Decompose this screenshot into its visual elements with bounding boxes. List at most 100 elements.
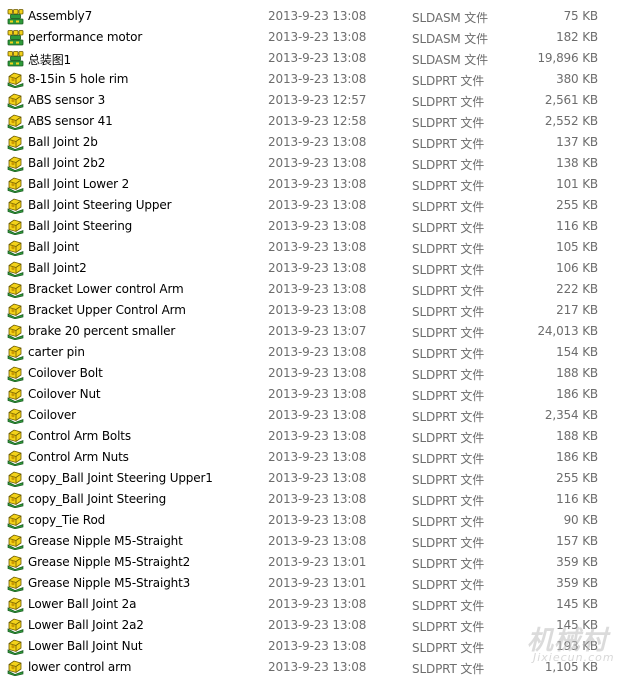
file-row[interactable]: brake 20 percent smaller 2013-9-23 13:07 S… — [0, 321, 631, 342]
file-type: SLDPRT 文件 — [412, 200, 485, 214]
sldprt-file-icon — [7, 386, 24, 404]
file-row[interactable]: Ball Joint 2013-9-23 13:08 SLDPRT 文件 105 KB — [0, 237, 631, 258]
file-type: SLDPRT 文件 — [412, 179, 485, 193]
file-row[interactable]: Ball Joint2 2013-9-23 13:08 SLDPRT 文件 106 K… — [0, 258, 631, 279]
file-name: brake 20 percent smaller — [28, 324, 176, 338]
file-name: Lower Ball Joint 2a2 — [28, 618, 144, 632]
file-type: SLDASM 文件 — [412, 32, 488, 46]
file-name: Ball Joint 2b2 — [28, 156, 106, 170]
file-row[interactable]: Coilover Nut 2013-9-23 13:08 SLDPRT 文件 186 … — [0, 384, 631, 405]
file-row[interactable]: 8-15in 5 hole rim 2013-9-23 13:08 SLDPRT 文… — [0, 69, 631, 90]
sldprt-file-icon — [7, 365, 24, 383]
file-type: SLDPRT 文件 — [412, 620, 485, 634]
file-row[interactable]: ABS sensor 3 2013-9-23 12:57 SLDPRT 文件 2,56… — [0, 90, 631, 111]
file-row[interactable]: Bracket Lower control Arm 2013-9-23 13:08… — [0, 279, 631, 300]
file-date-modified: 2013-9-23 13:08 — [268, 303, 367, 317]
file-name: performance motor — [28, 30, 143, 44]
file-row[interactable]: Assembly7 2013-9-23 13:08 SLDASM 文件 75 KB — [0, 6, 631, 27]
file-size: 222 KB — [556, 282, 598, 296]
file-type: SLDPRT 文件 — [412, 263, 485, 277]
file-type: SLDPRT 文件 — [412, 473, 485, 487]
file-row[interactable]: Control Arm Bolts 2013-9-23 13:08 SLDPRT 文… — [0, 426, 631, 447]
file-row[interactable]: copy_Ball Joint Steering Upper1 2013-9-23… — [0, 468, 631, 489]
file-type: SLDPRT 文件 — [412, 494, 485, 508]
file-row[interactable]: Ball Joint Steering 2013-9-23 13:08 SLDPRT… — [0, 216, 631, 237]
file-type: SLDASM 文件 — [412, 11, 488, 25]
file-date-modified: 2013-9-23 13:08 — [268, 177, 367, 191]
file-row[interactable]: ABS sensor 41 2013-9-23 12:58 SLDPRT 文件 2,5… — [0, 111, 631, 132]
sldprt-file-icon — [7, 134, 24, 152]
file-date-modified: 2013-9-23 13:08 — [268, 387, 367, 401]
sldasm-file-icon — [7, 29, 24, 46]
file-row[interactable]: lower control arm 2013-9-23 13:08 SLDPRT 文… — [0, 657, 631, 678]
file-size: 19,896 KB — [537, 51, 598, 65]
sldprt-file-icon — [7, 407, 24, 425]
file-row[interactable]: carter pin 2013-9-23 13:08 SLDPRT 文件 154 KB — [0, 342, 631, 363]
sldprt-file-icon — [7, 617, 24, 635]
file-name: Grease Nipple M5-Straight3 — [28, 576, 191, 590]
file-date-modified: 2013-9-23 13:08 — [268, 492, 367, 506]
sldprt-file-icon — [7, 323, 24, 341]
file-row[interactable]: Coilover Bolt 2013-9-23 13:08 SLDPRT 文件 188… — [0, 363, 631, 384]
file-size: 157 KB — [556, 534, 598, 548]
file-row[interactable]: Ball Joint 2b 2013-9-23 13:08 SLDPRT 文件 137… — [0, 132, 631, 153]
file-row[interactable]: 总装图1 2013-9-23 13:08 SLDASM 文件 19,896 KB — [0, 48, 631, 69]
file-row[interactable]: performance motor 2013-9-23 13:08 SLDASM 文… — [0, 27, 631, 48]
file-row[interactable]: Lower Ball Joint 2a2 2013-9-23 13:08 SLDPR… — [0, 615, 631, 636]
file-name: Ball Joint Steering — [28, 219, 133, 233]
file-type: SLDASM 文件 — [412, 53, 488, 67]
file-row[interactable]: copy_Ball Joint Steering 2013-9-23 13:08 S… — [0, 489, 631, 510]
file-name: Ball Joint Lower 2 — [28, 177, 130, 191]
file-type: SLDPRT 文件 — [412, 137, 485, 151]
file-date-modified: 2013-9-23 13:08 — [268, 72, 367, 86]
file-type: SLDPRT 文件 — [412, 95, 485, 109]
file-size: 255 KB — [556, 471, 598, 485]
sldprt-file-icon — [7, 71, 24, 89]
file-size: 106 KB — [556, 261, 598, 275]
file-size: 2,561 KB — [544, 93, 598, 107]
file-date-modified: 2013-9-23 13:08 — [268, 597, 367, 611]
file-size: 193 KB — [556, 639, 598, 653]
file-row[interactable]: Ball Joint Steering Upper 2013-9-23 13:08… — [0, 195, 631, 216]
file-type: SLDPRT 文件 — [412, 578, 485, 592]
file-name: Lower Ball Joint 2a — [28, 597, 137, 611]
file-name: copy_Ball Joint Steering Upper1 — [28, 471, 213, 485]
file-date-modified: 2013-9-23 13:08 — [268, 51, 367, 65]
sldprt-file-icon — [7, 638, 24, 656]
file-row[interactable]: Ball Joint Lower 2 2013-9-23 13:08 SLDPRT … — [0, 174, 631, 195]
file-date-modified: 2013-9-23 13:08 — [268, 156, 367, 170]
file-date-modified: 2013-9-23 13:08 — [268, 345, 367, 359]
file-name: copy_Tie Rod — [28, 513, 106, 527]
file-type: SLDPRT 文件 — [412, 326, 485, 340]
sldprt-file-icon — [7, 344, 24, 362]
file-row[interactable]: Bracket Upper Control Arm 2013-9-23 13:08… — [0, 300, 631, 321]
file-name: Lower Ball Joint Nut — [28, 639, 143, 653]
file-row[interactable]: Control Arm Nuts 2013-9-23 13:08 SLDPRT 文件… — [0, 447, 631, 468]
file-date-modified: 2013-9-23 13:07 — [268, 324, 367, 338]
sldprt-file-icon — [7, 575, 24, 593]
sldprt-file-icon — [7, 449, 24, 467]
file-row[interactable]: Lower Ball Joint 2a 2013-9-23 13:08 SLDPRT… — [0, 594, 631, 615]
file-name: 8-15in 5 hole rim — [28, 72, 129, 86]
file-row[interactable]: Grease Nipple M5-Straight3 2013-9-23 13:0… — [0, 573, 631, 594]
file-size: 2,552 KB — [544, 114, 598, 128]
file-row[interactable]: Grease Nipple M5-Straight2 2013-9-23 13:0… — [0, 552, 631, 573]
file-row[interactable]: Lower Ball Joint Nut 2013-9-23 13:08 SLDPR… — [0, 636, 631, 657]
file-type: SLDPRT 文件 — [412, 536, 485, 550]
file-date-modified: 2013-9-23 13:08 — [268, 240, 367, 254]
file-type: SLDPRT 文件 — [412, 431, 485, 445]
file-row[interactable]: Coilover 2013-9-23 13:08 SLDPRT 文件 2,354 KB — [0, 405, 631, 426]
file-date-modified: 2013-9-23 13:08 — [268, 261, 367, 275]
file-name: Bracket Lower control Arm — [28, 282, 184, 296]
file-row[interactable]: copy_Tie Rod 2013-9-23 13:08 SLDPRT 文件 90 K… — [0, 510, 631, 531]
file-date-modified: 2013-9-23 13:08 — [268, 135, 367, 149]
file-size: 116 KB — [556, 492, 598, 506]
file-size: 186 KB — [556, 387, 598, 401]
file-row[interactable]: Ball Joint 2b2 2013-9-23 13:08 SLDPRT 文件 13… — [0, 153, 631, 174]
file-size: 105 KB — [556, 240, 598, 254]
file-row[interactable]: Grease Nipple M5-Straight 2013-9-23 13:08… — [0, 531, 631, 552]
file-name: Ball Joint 2b — [28, 135, 98, 149]
file-date-modified: 2013-9-23 13:08 — [268, 660, 367, 674]
sldprt-file-icon — [7, 176, 24, 194]
file-date-modified: 2013-9-23 13:08 — [268, 219, 367, 233]
